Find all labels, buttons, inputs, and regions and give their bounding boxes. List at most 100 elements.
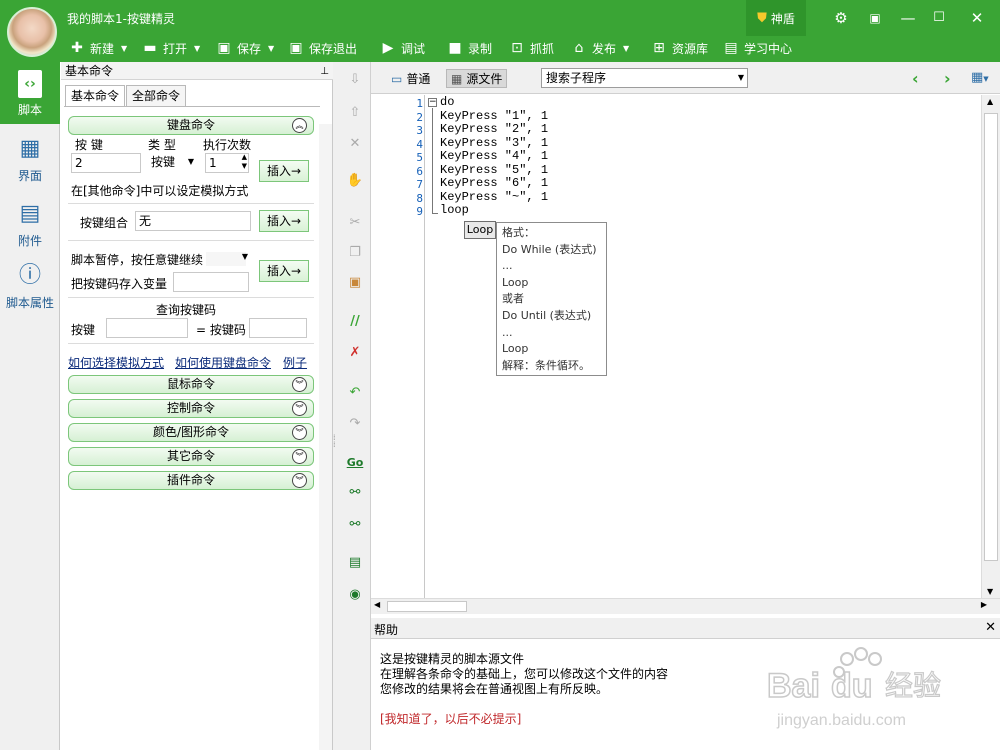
maximize-button[interactable]: ☐: [928, 8, 950, 28]
pause-select[interactable]: ▼: [206, 252, 248, 266]
code-line[interactable]: KeyPress "1", 1: [440, 109, 548, 124]
debug-button[interactable]: ▶ 调试: [380, 39, 425, 57]
expand-icon[interactable]: ︾: [292, 425, 307, 440]
publish-button[interactable]: ⌂ 发布 ▼: [571, 39, 630, 57]
resource-button[interactable]: ⊞ 资源库: [651, 39, 708, 57]
code-editor[interactable]: 1 2 3 4 5 6 7 8 9 − do KeyPress "1", 1 K…: [371, 95, 981, 598]
capture-button[interactable]: ⊡ 抓抓: [509, 39, 554, 57]
vertical-scrollbar[interactable]: ▲ ▼: [981, 95, 1000, 598]
section-other[interactable]: 其它命令 ︾: [68, 447, 314, 466]
insert-key-button[interactable]: 插入→: [259, 160, 309, 182]
stepper-arrows-icon[interactable]: ▲ ▼: [242, 153, 247, 171]
nav-layout[interactable]: ▦ 界面: [0, 128, 60, 190]
close-button[interactable]: ✕: [966, 8, 988, 28]
find-icon[interactable]: ⚯: [346, 484, 364, 502]
divider: [68, 297, 314, 298]
new-button[interactable]: ✚ 新建 ▼: [69, 39, 127, 57]
insert-pause-button[interactable]: 插入→: [259, 260, 309, 282]
link-example[interactable]: 例子: [283, 354, 307, 371]
link-keyboard-usage[interactable]: 如何使用键盘命令: [175, 354, 271, 371]
fold-toggle-icon[interactable]: −: [428, 98, 437, 107]
query-key-input[interactable]: [106, 318, 188, 338]
code-line[interactable]: KeyPress "5", 1: [440, 163, 548, 178]
scroll-up-icon[interactable]: ▲: [987, 97, 993, 106]
section-keyboard[interactable]: 键盘命令 ︽: [68, 116, 314, 135]
collapse-icon[interactable]: ︽: [292, 118, 307, 133]
nav-properties[interactable]: ⓘ 脚本属性: [0, 255, 60, 317]
tab-all-commands[interactable]: 全部命令: [126, 85, 187, 107]
code-line[interactable]: KeyPress "6", 1: [440, 176, 548, 191]
section-color-graphics[interactable]: 颜色/图形命令 ︾: [68, 423, 314, 442]
code-line[interactable]: KeyPress "~", 1: [440, 190, 548, 205]
query-code-input[interactable]: [249, 318, 307, 338]
scroll-left-icon[interactable]: ◀: [374, 600, 380, 609]
section-mouse[interactable]: 鼠标命令 ︾: [68, 375, 314, 394]
tab-normal-view[interactable]: ▭ 普通: [387, 69, 434, 88]
expand-icon[interactable]: ︾: [292, 377, 307, 392]
panel-scrollbar[interactable]: [319, 124, 332, 750]
horizontal-scrollbar[interactable]: ◀ ▶: [371, 598, 1000, 614]
link-simulation-mode[interactable]: 如何选择模拟方式: [68, 354, 164, 371]
skin-icon[interactable]: ▣: [864, 8, 886, 28]
forward-icon[interactable]: ›: [944, 69, 951, 88]
tab-source-view[interactable]: ▦ 源文件: [446, 69, 508, 88]
code-line[interactable]: loop: [440, 203, 469, 218]
expand-icon[interactable]: ︾: [292, 449, 307, 464]
layout-grid-icon[interactable]: ▦▼: [971, 70, 989, 85]
bookmark-icon[interactable]: ▤: [346, 554, 364, 572]
redo-icon[interactable]: ↷: [346, 415, 364, 433]
help-title: 帮助: [374, 623, 399, 637]
comment-icon[interactable]: //: [346, 313, 364, 331]
cut-icon[interactable]: ✂: [346, 214, 364, 232]
scroll-thumb[interactable]: [984, 113, 998, 561]
delete-icon[interactable]: ✕: [346, 135, 364, 153]
hand-icon[interactable]: ✋: [346, 172, 364, 190]
close-icon[interactable]: ✕: [985, 620, 996, 635]
settings-icon[interactable]: ⚙: [830, 8, 852, 28]
avatar[interactable]: [7, 7, 57, 57]
nav-script[interactable]: ‹› 脚本: [0, 62, 60, 124]
preview-icon[interactable]: ◉: [346, 586, 364, 604]
code-line[interactable]: KeyPress "4", 1: [440, 149, 548, 164]
expand-icon[interactable]: ︾: [292, 401, 307, 416]
record-button[interactable]: ■ 录制: [447, 39, 492, 57]
save-exit-button[interactable]: ▣ 保存退出: [288, 39, 357, 57]
save-button[interactable]: ▣ 保存 ▼: [216, 39, 274, 57]
goto-icon[interactable]: Go: [346, 454, 364, 472]
key-input[interactable]: 2: [71, 153, 141, 173]
type-select[interactable]: 按键 ▼: [148, 153, 198, 173]
open-button[interactable]: ▬ 打开 ▼: [142, 39, 200, 57]
code-line[interactable]: KeyPress "2", 1: [440, 122, 548, 137]
dismiss-help-link[interactable]: [我知道了，以后不必提示]: [380, 712, 521, 727]
uncomment-icon[interactable]: ✗: [346, 344, 364, 362]
autocomplete-item[interactable]: Loop: [464, 221, 496, 239]
copy-icon[interactable]: ❐: [346, 244, 364, 262]
store-variable-input[interactable]: [173, 272, 249, 292]
undo-icon[interactable]: ↶: [346, 384, 364, 402]
code-line[interactable]: do: [440, 95, 454, 110]
back-icon[interactable]: ‹: [912, 69, 919, 88]
combo-input[interactable]: 无: [135, 211, 251, 231]
mode-note: 在[其他命令]中可以设定模拟方式: [71, 184, 249, 198]
scroll-thumb[interactable]: [387, 601, 467, 612]
shield-button[interactable]: ⛊ 神盾: [746, 0, 806, 36]
code-line[interactable]: KeyPress "3", 1: [440, 136, 548, 151]
paste-icon[interactable]: ▣: [346, 274, 364, 292]
learn-button[interactable]: ▤ 学习中心: [723, 39, 792, 57]
replace-icon[interactable]: ⚯: [346, 516, 364, 534]
move-down-icon[interactable]: ⇩: [346, 71, 364, 89]
scroll-right-icon[interactable]: ▶: [981, 600, 987, 609]
nav-attachment[interactable]: ▤ 附件: [0, 193, 60, 255]
subroutine-search[interactable]: 搜索子程序 ▼: [541, 68, 748, 88]
scroll-down-icon[interactable]: ▼: [987, 587, 993, 596]
section-control[interactable]: 控制命令 ︾: [68, 399, 314, 418]
tab-basic-commands[interactable]: 基本命令: [65, 85, 126, 107]
minimize-button[interactable]: —: [897, 8, 919, 28]
dropdown-icon: ▼: [241, 252, 248, 261]
section-plugin[interactable]: 插件命令 ︾: [68, 471, 314, 490]
move-up-icon[interactable]: ⇧: [346, 104, 364, 122]
pin-icon[interactable]: ⊥: [320, 63, 329, 81]
expand-icon[interactable]: ︾: [292, 473, 307, 488]
count-stepper[interactable]: 1 ▲ ▼: [205, 153, 249, 173]
insert-combo-button[interactable]: 插入→: [259, 210, 309, 232]
